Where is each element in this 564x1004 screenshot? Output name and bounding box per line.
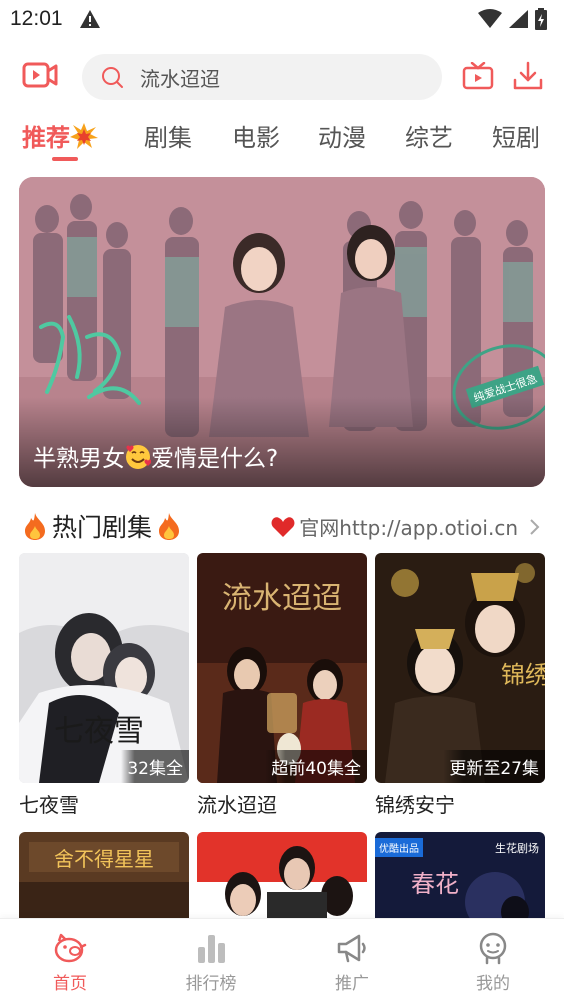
studio-brand: 生花剧场: [495, 842, 539, 855]
tab-anime[interactable]: 动漫: [318, 118, 366, 153]
signal-icon: [509, 10, 528, 28]
drama-card-partial[interactable]: 春花 优酷出品 生花剧场: [375, 832, 545, 922]
bar-chart-icon: [198, 935, 225, 963]
search-query: 流水迢迢: [140, 66, 220, 91]
nav-ranking[interactable]: 排行榜: [161, 931, 261, 994]
fire-icon: [159, 513, 180, 540]
poster-image: 流水迢迢: [197, 553, 367, 783]
nav-profile[interactable]: 我的: [443, 931, 543, 994]
drama-poster: 流水迢迢 超前40集全: [197, 553, 367, 783]
profile-icon: [479, 932, 507, 965]
wifi-icon: [478, 9, 502, 28]
episode-badge: 32集全: [121, 750, 189, 783]
fire-icon: [25, 513, 45, 540]
burst-icon: [70, 123, 98, 149]
tab-short-drama[interactable]: 短剧: [492, 118, 540, 153]
drama-card-partial[interactable]: 舍不得星星: [19, 832, 189, 922]
video-icon[interactable]: [22, 60, 58, 90]
drama-title: 七夜雪: [19, 793, 79, 817]
caption-title: 半熟男女: [33, 446, 125, 472]
drama-card[interactable]: 七夜雪 32集全 七夜雪: [19, 553, 189, 818]
tab-variety[interactable]: 综艺: [405, 118, 453, 153]
poster-image: 舍不得星星: [19, 832, 189, 922]
poster-image: 七夜雪: [19, 553, 189, 783]
drama-title: 锦绣安宁: [375, 793, 455, 817]
poster-image: [197, 832, 367, 922]
official-site-text: 官网http://app.otioi.cn: [299, 516, 518, 540]
tab-recommend[interactable]: 推荐: [22, 118, 98, 153]
heart-icon: [271, 516, 295, 537]
tab-movies[interactable]: 电影: [232, 118, 280, 153]
poster-title-art: 舍不得星星: [54, 847, 154, 871]
warning-icon: [79, 10, 100, 28]
episode-badge: 更新至27集: [443, 750, 545, 783]
status-time: 12:01: [10, 7, 63, 30]
status-bar: 12:01: [0, 0, 564, 38]
drama-title: 流水迢迢: [197, 793, 277, 817]
poster-title-art: 流水迢迢: [222, 581, 342, 616]
caption-subtitle: 爱情是什么?: [151, 446, 279, 472]
chevron-right-icon: [530, 518, 540, 535]
active-tab-indicator: [52, 157, 78, 161]
drama-poster: 锦绣 更新至27集: [375, 553, 545, 783]
drama-card-partial[interactable]: [197, 832, 367, 922]
bottom-navigation: 首页 排行榜 推广 我的: [0, 918, 564, 1004]
episode-badge: 超前40集全: [265, 750, 367, 783]
hero-banner[interactable]: 纯爱战士很急 半熟男女 爱情是什么?: [19, 177, 545, 487]
poster-title-art: 春花: [411, 870, 459, 898]
megaphone-icon: [337, 934, 366, 963]
nav-label: 我的: [476, 974, 510, 994]
tv-icon[interactable]: [462, 62, 494, 90]
nav-promote[interactable]: 推广: [302, 931, 402, 994]
nav-label: 排行榜: [185, 974, 237, 994]
official-site-link[interactable]: 官网http://app.otioi.cn: [271, 512, 540, 541]
poster-image: 锦绣: [375, 553, 545, 783]
header: 流水迢迢: [0, 52, 564, 102]
poster-title-art: 七夜雪: [54, 714, 144, 749]
category-tabs: 推荐 剧集 电影 动漫 综艺 短剧: [0, 112, 564, 162]
banner-caption: 半熟男女 爱情是什么?: [33, 439, 278, 473]
nav-label: 推广: [335, 974, 369, 994]
pig-home-icon: [54, 933, 87, 963]
section-title: 热门剧集: [22, 508, 182, 544]
nav-home[interactable]: 首页: [20, 931, 120, 994]
section-header: 热门剧集 官网http://app.otioi.cn: [0, 506, 564, 546]
battery-icon: [535, 8, 547, 30]
drama-card[interactable]: 锦绣 更新至27集 锦绣安宁: [375, 553, 545, 818]
poster-title-art: 锦绣: [501, 661, 545, 689]
search-icon: [102, 67, 123, 88]
smiling-face-with-hearts-icon: [126, 445, 151, 469]
producer-badge: 优酷出品: [375, 838, 423, 857]
section-title-text: 热门剧集: [52, 513, 153, 542]
tab-series[interactable]: 剧集: [144, 118, 192, 153]
drama-card[interactable]: 流水迢迢 超前40集全 流水迢迢: [197, 553, 367, 818]
download-icon[interactable]: [512, 60, 544, 92]
drama-poster: 七夜雪 32集全: [19, 553, 189, 783]
search-input[interactable]: 流水迢迢: [82, 54, 442, 100]
nav-label: 首页: [53, 974, 87, 994]
